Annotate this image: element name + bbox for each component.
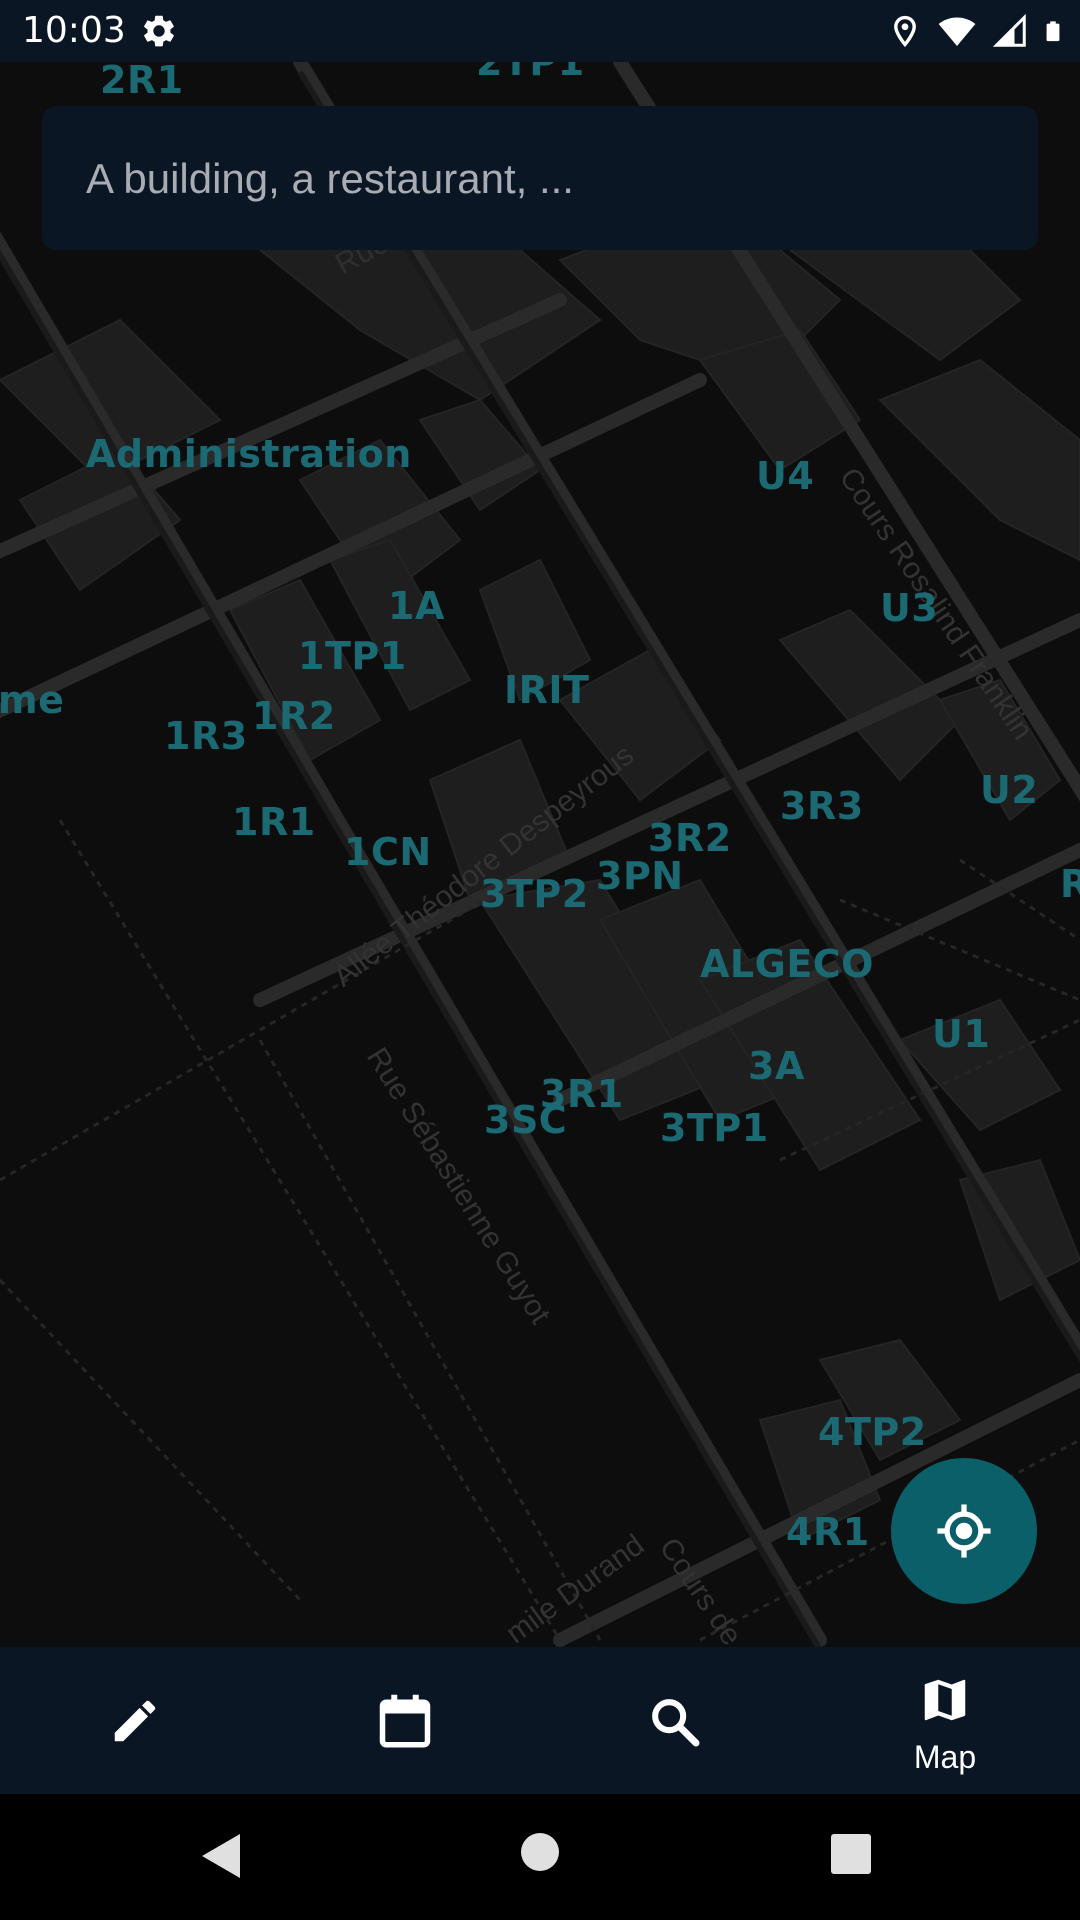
building-label[interactable]: IRIT [504, 668, 589, 712]
back-icon[interactable] [202, 1834, 242, 1878]
nav-item-edit[interactable] [0, 1647, 270, 1794]
home-icon[interactable] [520, 1832, 560, 1872]
building-label[interactable]: 3PN [596, 854, 684, 898]
recents-icon[interactable] [831, 1834, 871, 1874]
edit-icon [114, 1700, 156, 1742]
building-label[interactable]: 1CN [344, 830, 432, 874]
bottom-navigation: Map [0, 1647, 1080, 1794]
settings-icon [144, 15, 174, 47]
building-label[interactable]: 3A [748, 1044, 805, 1088]
map-icon [924, 1679, 966, 1721]
building-label[interactable]: 1R3 [164, 714, 248, 758]
building-label[interactable]: 1TP1 [298, 634, 407, 678]
building-label[interactable]: U2 [980, 768, 1038, 812]
building-label[interactable]: U3 [880, 586, 938, 630]
status-icons [888, 12, 1064, 50]
building-label[interactable]: 1R2 [252, 694, 336, 738]
search-input[interactable] [84, 148, 988, 210]
building-label[interactable]: 3TP1 [660, 1106, 769, 1150]
campus-map[interactable]: Rue Allée Théodore Despeyrous Cours Rosa… [0, 62, 1080, 1647]
building-label[interactable]: 3R3 [780, 784, 864, 828]
building-label[interactable]: me [0, 678, 64, 722]
building-label[interactable]: R [1060, 862, 1080, 906]
nav-item-search[interactable] [540, 1647, 810, 1794]
my-location-icon [937, 1504, 991, 1558]
my-location-button[interactable] [891, 1458, 1037, 1604]
building-label[interactable]: U1 [932, 1012, 990, 1056]
nav-item-map[interactable]: Map [810, 1647, 1080, 1794]
battery-icon [1046, 21, 1060, 42]
system-navigation-bar [0, 1794, 1080, 1920]
search-bar[interactable] [42, 106, 1038, 250]
wifi-icon [938, 17, 976, 47]
location-icon [894, 15, 916, 48]
building-label[interactable]: ALGECO [700, 942, 874, 986]
building-label[interactable]: 3TP2 [480, 872, 589, 916]
status-bar: 10:03 [0, 0, 1080, 62]
app-screen: 10:03 Rue Allée Théodore Despeyrous Cour… [0, 0, 1080, 1920]
building-label[interactable]: 4R1 [786, 1510, 870, 1554]
building-label[interactable]: 3SC [484, 1098, 567, 1142]
building-label[interactable]: 4TP2 [818, 1410, 927, 1454]
calendar-icon [379, 1694, 431, 1748]
building-label[interactable]: Administration [86, 432, 412, 476]
building-label[interactable]: 2TP1 [476, 62, 585, 84]
signal-icon [992, 13, 1026, 47]
status-time: 10:03 [22, 10, 126, 51]
building-label[interactable]: 1A [388, 584, 445, 628]
nav-label-map: Map [913, 1739, 977, 1775]
building-label[interactable]: 1R1 [232, 800, 316, 844]
building-label[interactable]: U4 [756, 454, 814, 498]
search-icon [652, 1699, 700, 1747]
nav-item-calendar[interactable] [270, 1647, 540, 1794]
building-label[interactable]: 2R1 [100, 62, 184, 102]
